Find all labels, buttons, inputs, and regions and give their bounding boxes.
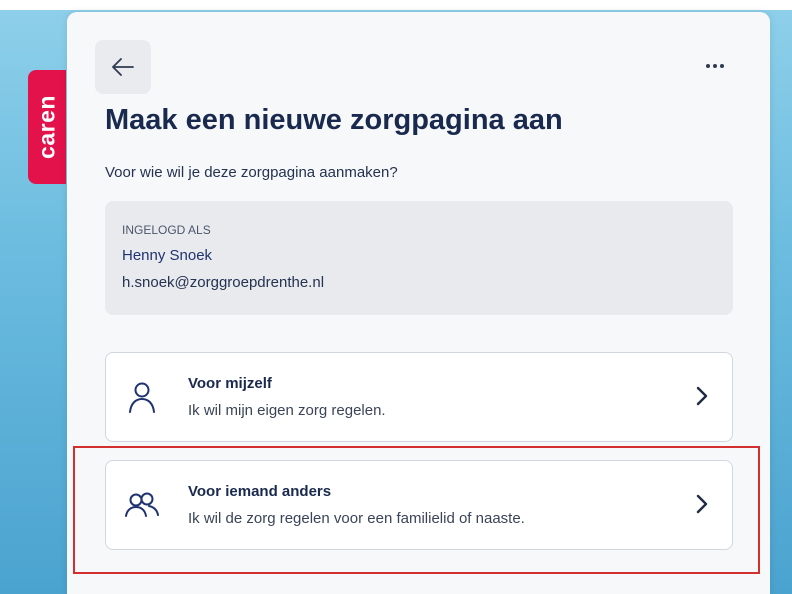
more-dot: [706, 64, 710, 68]
page-title: Maak een nieuwe zorgpagina aan: [105, 104, 563, 136]
person-icon: [129, 382, 155, 413]
brand-logo-text: caren: [33, 95, 60, 159]
more-options-button[interactable]: [699, 54, 731, 78]
more-dot: [713, 64, 717, 68]
top-strip: [0, 0, 792, 10]
page-subtitle: Voor wie wil je deze zorgpagina aanmaken…: [105, 164, 398, 181]
option-description: Ik wil mijn eigen zorg regelen.: [188, 402, 386, 419]
option-title: Voor mijzelf: [188, 375, 272, 392]
logged-in-label: INGELOGD ALS: [122, 223, 211, 237]
option-for-myself[interactable]: Voor mijzelf Ik wil mijn eigen zorg rege…: [105, 352, 733, 442]
highlight-box: [73, 446, 760, 574]
more-dot: [720, 64, 724, 68]
logged-in-info: INGELOGD ALS Henny Snoek h.snoek@zorggro…: [105, 201, 733, 315]
user-email: h.snoek@zorggroepdrenthe.nl: [122, 274, 325, 291]
caren-brand-tab[interactable]: caren: [28, 70, 66, 184]
user-name: Henny Snoek: [122, 247, 213, 264]
arrow-left-icon: [112, 58, 134, 76]
back-button[interactable]: [95, 40, 151, 94]
chevron-right-icon: [696, 386, 708, 406]
